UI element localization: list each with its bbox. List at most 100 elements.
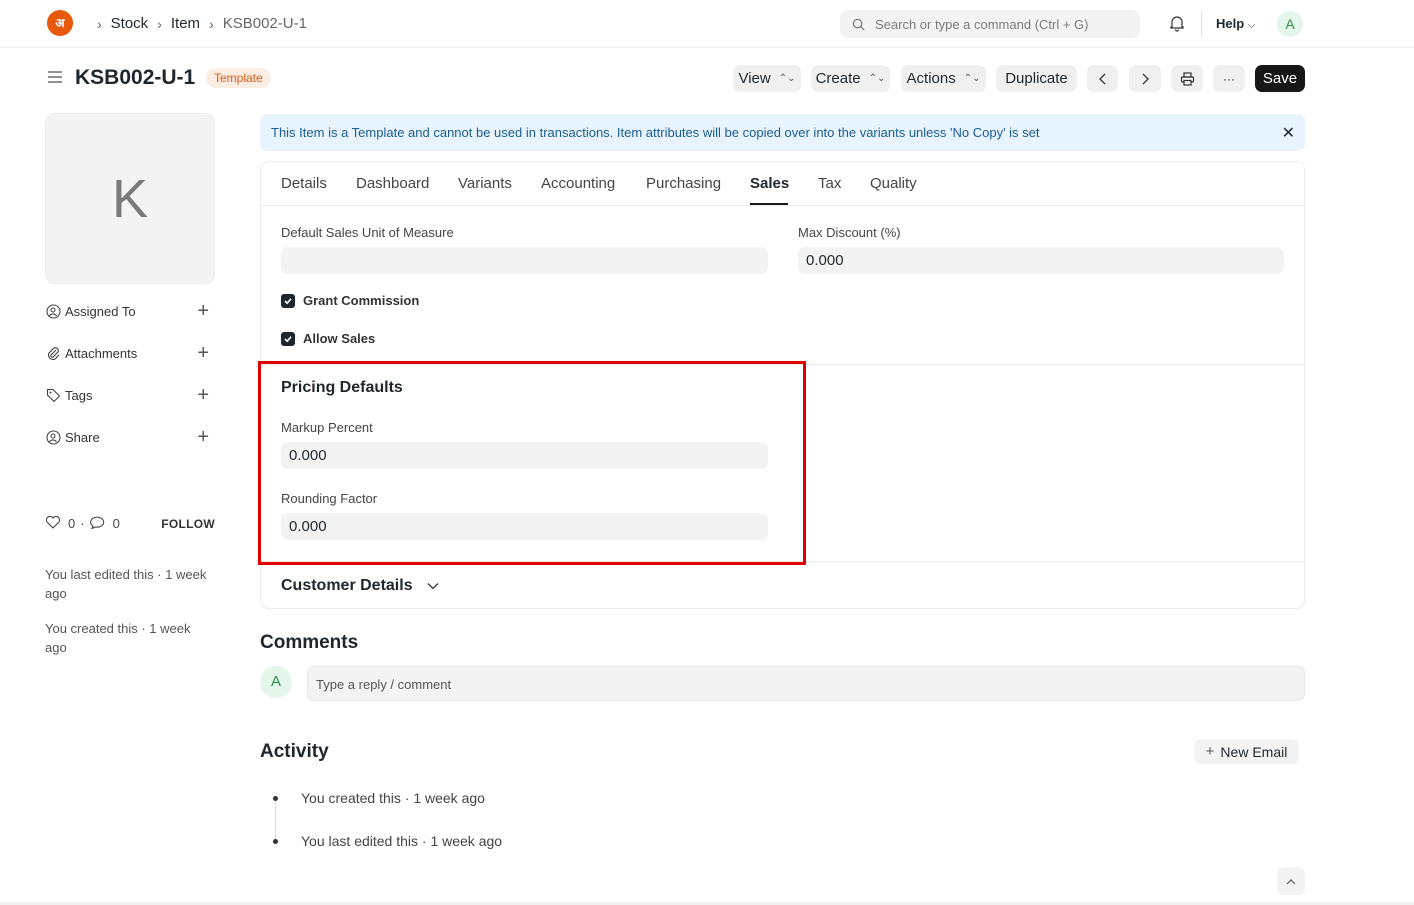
breadcrumb-item[interactable]: Item <box>171 15 200 32</box>
next-button[interactable] <box>1129 65 1161 92</box>
print-button[interactable] <box>1171 65 1203 92</box>
search-placeholder: Search or type a command (Ctrl + G) <box>875 16 1089 32</box>
sidebar-item-label: Attachments <box>65 345 138 361</box>
tab-quality[interactable]: Quality <box>870 175 917 192</box>
sidebar-item-label: Tags <box>65 387 93 403</box>
customer-details-section-header[interactable]: Customer Details <box>281 577 439 595</box>
heart-icon[interactable] <box>45 515 61 532</box>
timeline-line <box>275 798 276 840</box>
scroll-to-top-button[interactable] <box>1277 867 1305 895</box>
tab-dashboard[interactable]: Dashboard <box>356 175 429 192</box>
checkmark-icon[interactable] <box>281 293 295 308</box>
tab-variants[interactable]: Variants <box>458 175 512 192</box>
chevron-right-icon: › <box>97 15 102 32</box>
new-email-button[interactable]: + New Email <box>1194 739 1299 764</box>
activity-title: Activity <box>260 741 329 762</box>
previous-button[interactable] <box>1087 65 1118 92</box>
sidebar-item-label: Assigned To <box>65 303 136 319</box>
allow-sales-checkbox[interactable]: Allow Sales <box>281 331 375 346</box>
sidebar-item-share[interactable]: Share + <box>45 426 215 449</box>
follow-button[interactable]: FOLLOW <box>161 517 215 531</box>
chevron-updown-icon: ⌃⌄ <box>778 73 796 84</box>
view-label: View <box>738 70 771 87</box>
ellipsis-icon: ··· <box>1223 71 1235 86</box>
form-tabs: Details Dashboard Variants Accounting Pu… <box>261 162 1304 206</box>
share-icon <box>45 429 61 445</box>
actions-button[interactable]: Actions ⌃⌄ <box>901 65 986 92</box>
tab-purchasing[interactable]: Purchasing <box>646 175 721 192</box>
chevron-up-icon <box>1286 878 1296 884</box>
assign-icon <box>45 303 61 319</box>
max-discount-label: Max Discount (%) <box>798 225 901 240</box>
breadcrumb-current[interactable]: KSB002-U-1 <box>223 15 307 32</box>
checkmark-icon[interactable] <box>281 331 295 346</box>
chevron-right-icon: › <box>157 15 162 32</box>
help-dropdown[interactable]: Help ⌵ <box>1216 16 1255 31</box>
create-button[interactable]: Create ⌃⌄ <box>811 65 890 92</box>
active-tab-indicator <box>750 203 788 205</box>
activity-item: You created this · 1 week ago <box>301 790 485 806</box>
plus-icon[interactable]: + <box>197 384 209 407</box>
chevron-updown-icon: ⌃⌄ <box>963 73 981 84</box>
likes-count: 0 <box>68 516 76 531</box>
chevron-right-icon <box>1142 73 1149 84</box>
timeline-dot <box>273 796 278 801</box>
customer-details-title: Customer Details <box>281 577 413 594</box>
template-alert: This Item is a Template and cannot be us… <box>260 114 1305 151</box>
sidebar-item-attachments[interactable]: Attachments + <box>45 342 215 365</box>
activity-item: You last edited this · 1 week ago <box>301 833 503 849</box>
form-sidebar: K Assigned To + Attachments + Tags + Sha… <box>45 113 215 655</box>
alert-text: This Item is a Template and cannot be us… <box>271 125 1040 140</box>
paperclip-icon <box>45 345 61 361</box>
breadcrumb: › Stock › Item › KSB002-U-1 <box>88 15 307 32</box>
chevron-left-icon <box>1098 73 1105 84</box>
comment-icon[interactable] <box>89 515 106 532</box>
chevron-down-icon <box>427 583 439 590</box>
more-options-button[interactable]: ··· <box>1213 65 1245 92</box>
search-icon <box>852 18 865 30</box>
printer-icon <box>1180 71 1194 86</box>
default-sales-uom-label: Default Sales Unit of Measure <box>281 225 454 240</box>
help-label: Help <box>1216 16 1245 31</box>
tab-details[interactable]: Details <box>281 175 327 192</box>
plus-icon[interactable]: + <box>197 342 209 365</box>
status-badge: Template <box>206 68 271 88</box>
search-input[interactable]: Search or type a command (Ctrl + G) <box>840 10 1140 38</box>
plus-icon[interactable]: + <box>197 426 209 449</box>
max-discount-field[interactable]: 0.000 <box>798 247 1284 274</box>
new-email-label: New Email <box>1220 743 1288 760</box>
grant-commission-checkbox[interactable]: Grant Commission <box>281 293 419 308</box>
tag-icon <box>45 387 61 403</box>
page-header: KSB002-U-1 Template View ⌃⌄ Create ⌃⌄ Acti… <box>0 48 1414 108</box>
allow-sales-label: Allow Sales <box>303 331 376 346</box>
comments-count: 0 <box>112 516 120 531</box>
engagement-row: 0 · 0 FOLLOW <box>45 515 215 532</box>
app-logo[interactable]: अ <box>47 10 73 36</box>
plus-icon[interactable]: + <box>197 300 209 323</box>
tab-tax[interactable]: Tax <box>818 175 841 192</box>
comments-title: Comments <box>260 632 359 653</box>
chevron-down-icon: ⌵ <box>1247 20 1256 31</box>
close-icon[interactable]: ✕ <box>1282 123 1295 143</box>
tab-sales[interactable]: Sales <box>750 175 789 192</box>
hamburger-menu-icon[interactable] <box>47 70 63 89</box>
grant-commission-label: Grant Commission <box>303 293 420 308</box>
comment-input[interactable]: Type a reply / comment <box>307 666 1305 701</box>
user-avatar[interactable]: A <box>1277 11 1303 37</box>
highlight-box <box>258 361 806 565</box>
tab-accounting[interactable]: Accounting <box>541 175 615 192</box>
actions-label: Actions <box>906 70 956 87</box>
default-sales-uom-field[interactable] <box>281 247 768 274</box>
save-button[interactable]: Save <box>1255 65 1305 92</box>
view-button[interactable]: View ⌃⌄ <box>733 65 801 92</box>
timeline-dot <box>273 839 278 844</box>
sidebar-item-tags[interactable]: Tags + <box>45 384 215 407</box>
divider <box>1201 12 1202 36</box>
item-image-placeholder[interactable]: K <box>45 113 215 284</box>
bell-icon[interactable] <box>1168 14 1186 37</box>
chevron-right-icon: › <box>209 15 214 32</box>
duplicate-button[interactable]: Duplicate <box>996 65 1077 92</box>
duplicate-label: Duplicate <box>1005 70 1068 87</box>
breadcrumb-stock[interactable]: Stock <box>111 15 149 32</box>
sidebar-item-assigned-to[interactable]: Assigned To + <box>45 300 215 323</box>
